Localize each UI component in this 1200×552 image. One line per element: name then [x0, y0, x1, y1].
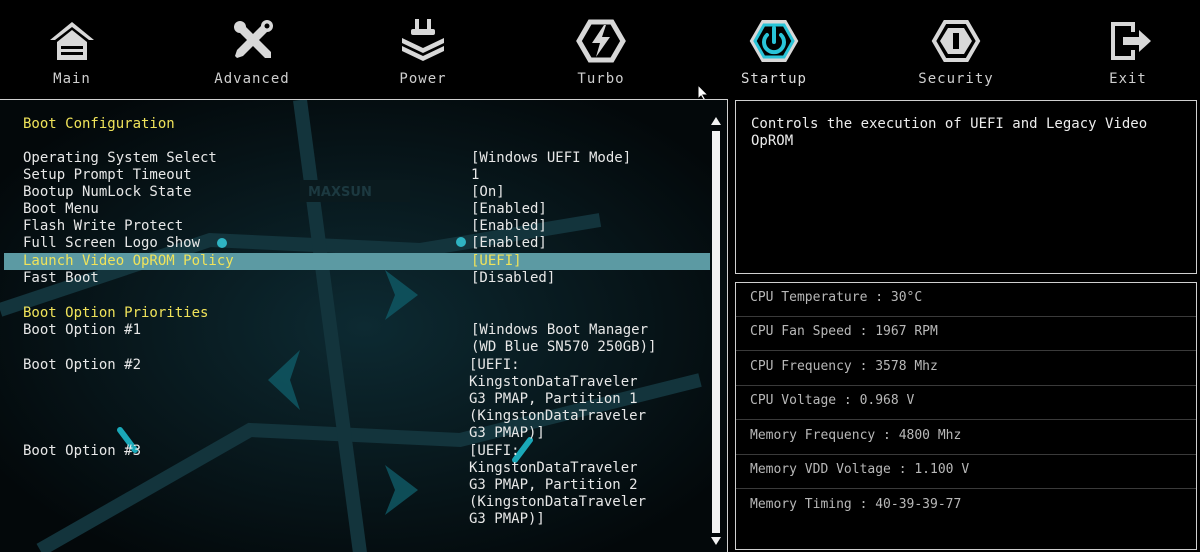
tab-label: Main	[53, 71, 91, 87]
home-icon	[47, 16, 97, 66]
tab-exit[interactable]: Exit	[1058, 0, 1198, 98]
hw-row-cpu-fan-speed: CPU Fan Speed : 1967 RPM	[736, 317, 1196, 351]
setting-label: Boot Option #2	[23, 357, 142, 373]
setting-value[interactable]: [Enabled]	[471, 218, 547, 235]
shield-info-icon	[931, 16, 981, 66]
hw-row-memory-timing: Memory Timing : 40-39-39-77	[750, 497, 962, 512]
boot-settings-panel: MAXSUN Boot Configuration Operating Syst…	[0, 99, 728, 552]
tab-label: Advanced	[214, 71, 290, 87]
setting-label: Operating System Select	[23, 150, 217, 166]
setting-label: Full Screen Logo Show	[23, 235, 201, 251]
setting-row-boot-menu[interactable]: Boot Menu [Enabled]	[23, 201, 547, 218]
tab-security[interactable]: Security	[886, 0, 1026, 98]
setting-row-video-oprom-policy[interactable]: Launch Video OpROM Policy [UEFI]	[23, 253, 522, 270]
hw-row-cpu-frequency: CPU Frequency : 3578 Mhz	[736, 352, 1196, 386]
svg-text:MAXSUN: MAXSUN	[308, 185, 372, 200]
hardware-monitor-panel: CPU Temperature : 30°C CPU Fan Speed : 1…	[735, 282, 1197, 550]
scrollbar[interactable]	[710, 115, 722, 550]
tab-main[interactable]: Main	[2, 0, 142, 98]
setting-value[interactable]: [On]	[471, 184, 505, 201]
setting-row-fast-boot[interactable]: Fast Boot [Disabled]	[23, 270, 555, 287]
hw-row-memory-vdd-voltage: Memory VDD Voltage : 1.100 V	[736, 455, 1196, 489]
top-navigation: Main Advanced Power Turbo Startup Securi…	[0, 0, 1200, 98]
section-boot-option-priorities: Boot Option Priorities	[23, 305, 209, 321]
tab-turbo[interactable]: Turbo	[531, 0, 671, 98]
setting-row-setup-prompt-timeout[interactable]: Setup Prompt Timeout 1	[23, 167, 479, 184]
tab-power[interactable]: Power	[353, 0, 493, 98]
setting-row-numlock-state[interactable]: Bootup NumLock State [On]	[23, 184, 505, 201]
setting-row-flash-write-protect[interactable]: Flash Write Protect [Enabled]	[23, 218, 547, 235]
hw-row-cpu-voltage: CPU Voltage : 0.968 V	[736, 386, 1196, 420]
setting-label: Setup Prompt Timeout	[23, 167, 192, 183]
exit-icon	[1103, 16, 1153, 66]
hw-row-memory-frequency: Memory Frequency : 4800 Mhz	[736, 421, 1196, 455]
scrollbar-thumb[interactable]	[712, 131, 720, 533]
setting-value[interactable]: 1	[471, 167, 479, 184]
setting-label: Launch Video OpROM Policy	[23, 253, 234, 269]
scroll-down-arrow-icon[interactable]	[710, 535, 722, 547]
hw-row-cpu-temperature: CPU Temperature : 30°C	[736, 283, 1196, 317]
tab-label: Startup	[740, 71, 807, 87]
power-stack-icon	[398, 16, 448, 66]
boot-option-row-1[interactable]: Boot Option #1	[23, 322, 141, 339]
tab-label: Security	[918, 71, 994, 87]
setting-label: Flash Write Protect	[23, 218, 184, 234]
boot-option-row-3[interactable]: Boot Option #3	[23, 443, 141, 460]
tab-startup[interactable]: Startup	[704, 0, 844, 98]
help-text: Controls the execution of UEFI and Legac…	[751, 116, 1148, 149]
tab-advanced[interactable]: Advanced	[182, 0, 322, 98]
setting-label: Bootup NumLock State	[23, 184, 192, 200]
setting-label: Boot Menu	[23, 201, 99, 217]
setting-value[interactable]: [Disabled]	[471, 270, 555, 287]
setting-value[interactable]: [Enabled]	[471, 201, 547, 218]
scroll-up-arrow-icon[interactable]	[710, 115, 722, 127]
tools-icon	[227, 16, 277, 66]
setting-value[interactable]: [UEFI]	[471, 253, 522, 270]
setting-value[interactable]: [Windows UEFI Mode]	[471, 150, 631, 167]
lightning-icon	[576, 16, 626, 66]
setting-row-full-screen-logo[interactable]: Full Screen Logo Show [Enabled]	[23, 235, 547, 252]
tab-label: Power	[399, 71, 447, 87]
setting-row-os-select[interactable]: Operating System Select [Windows UEFI Mo…	[23, 150, 631, 167]
tab-label: Exit	[1109, 71, 1147, 87]
section-boot-configuration: Boot Configuration	[23, 116, 175, 132]
setting-label: Boot Option #3	[23, 443, 142, 459]
power-button-icon	[749, 16, 799, 66]
setting-value[interactable]: [Enabled]	[471, 235, 547, 252]
tab-label: Turbo	[577, 71, 625, 87]
help-panel: Controls the execution of UEFI and Legac…	[735, 100, 1197, 274]
setting-label: Boot Option #1	[23, 322, 142, 338]
boot-option-row-2[interactable]: Boot Option #2	[23, 357, 141, 374]
setting-label: Fast Boot	[23, 270, 99, 286]
